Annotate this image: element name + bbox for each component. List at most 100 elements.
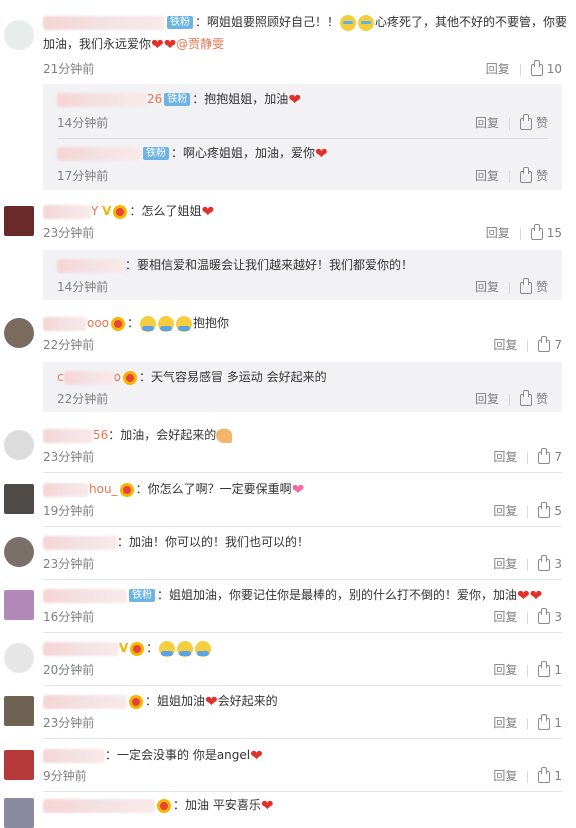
- comment-text: ：姐姐加油❤会好起来的: [43, 691, 562, 712]
- reply-text: c o ：天气容易感冒 多运动 会好起来的: [57, 370, 327, 385]
- thumbs-up-icon[interactable]: [519, 113, 532, 130]
- like-button[interactable]: 赞: [536, 116, 548, 130]
- comment-actions: 回复 5: [493, 501, 562, 520]
- reply-button[interactable]: 回复: [475, 169, 499, 183]
- thumbs-up-icon[interactable]: [538, 335, 551, 352]
- username[interactable]: [57, 92, 147, 107]
- reply-button[interactable]: 回复: [493, 557, 517, 571]
- reply-button[interactable]: 回复: [493, 338, 517, 352]
- heart-icon: ❤: [288, 90, 301, 109]
- avatar[interactable]: [4, 590, 34, 620]
- reply-box: ：要相信爱和温暖会让我们越来越好！我们都爱你的！ 14分钟前 回复 赞: [43, 250, 562, 300]
- username[interactable]: [43, 798, 155, 813]
- like-count[interactable]: 5: [554, 504, 562, 518]
- like-count[interactable]: 10: [547, 62, 562, 76]
- avatar[interactable]: [4, 537, 34, 567]
- vip-icon: [157, 798, 171, 813]
- heart-icon: ❤: [529, 586, 543, 605]
- comment-actions: 回复 3: [493, 554, 562, 573]
- reply-button[interactable]: 回复: [475, 392, 499, 406]
- comment-actions: 回复 1: [493, 660, 562, 679]
- username[interactable]: [43, 588, 127, 603]
- reply-button[interactable]: 回复: [493, 769, 517, 783]
- thumbs-up-icon[interactable]: [538, 501, 551, 518]
- thumbs-up-icon[interactable]: [538, 607, 551, 624]
- hug-emoji-icon: [159, 640, 176, 657]
- thumbs-up-icon[interactable]: [530, 59, 543, 76]
- like-button[interactable]: 赞: [536, 280, 548, 294]
- username[interactable]: [43, 204, 91, 219]
- comment-text: ：加油！你可以的！我们也可以的！: [43, 532, 562, 552]
- like-count[interactable]: 7: [554, 450, 562, 464]
- username[interactable]: [43, 482, 89, 497]
- like-count[interactable]: 3: [554, 610, 562, 624]
- avatar[interactable]: [4, 318, 34, 348]
- reply-text: 26 铁粉 ：抱抱姐姐，加油❤: [57, 89, 548, 110]
- comment-text: ooo：抱抱你: [43, 313, 562, 333]
- crying-emoji-icon: [340, 14, 357, 31]
- thumbs-up-icon[interactable]: [538, 554, 551, 571]
- comment-actions: 回复 1: [493, 766, 562, 785]
- comment-text: 56：加油，会好起来的: [43, 425, 562, 445]
- thumbs-up-icon[interactable]: [538, 447, 551, 464]
- thumbs-up-icon[interactable]: [538, 713, 551, 730]
- like-count[interactable]: 3: [554, 557, 562, 571]
- comment-actions: 回复 7: [493, 335, 562, 354]
- reply-actions: 回复 赞: [475, 113, 548, 132]
- username[interactable]: [43, 535, 117, 550]
- avatar[interactable]: [4, 750, 34, 780]
- thumbs-up-icon[interactable]: [519, 166, 532, 183]
- comment-time: 22分钟前: [43, 338, 95, 352]
- comment-time: 23分钟前: [43, 226, 95, 240]
- avatar[interactable]: [4, 430, 34, 460]
- thumbs-up-icon[interactable]: [530, 223, 543, 240]
- mention-link[interactable]: @贾静雯: [176, 37, 224, 51]
- username[interactable]: [57, 258, 125, 273]
- username[interactable]: [43, 694, 127, 709]
- heart-icon: ❤: [250, 746, 263, 765]
- thumbs-up-icon[interactable]: [519, 389, 532, 406]
- avatar[interactable]: [4, 20, 34, 50]
- reply-button[interactable]: 回复: [493, 504, 517, 518]
- comment-time: 23分钟前: [43, 557, 95, 571]
- comment-text-line2: 加油，我们永远爱你❤❤@贾静雯: [43, 35, 225, 54]
- like-count[interactable]: 1: [554, 716, 562, 730]
- reply-box: 26 铁粉 ：抱抱姐姐，加油❤ 14分钟前 回复赞 铁粉 ：啊心疼姐姐，加油，爱你❤ …: [43, 84, 562, 190]
- avatar[interactable]: [4, 696, 34, 726]
- username[interactable]: [43, 641, 119, 656]
- avatar[interactable]: [4, 643, 34, 673]
- thumbs-up-icon[interactable]: [519, 277, 532, 294]
- reply-button[interactable]: 回复: [475, 280, 499, 294]
- username[interactable]: [43, 15, 165, 30]
- vip-icon: [113, 204, 128, 219]
- like-count[interactable]: 15: [547, 226, 562, 240]
- username[interactable]: [57, 146, 141, 161]
- comment-time: 19分钟前: [43, 504, 95, 518]
- reply-button[interactable]: 回复: [475, 116, 499, 130]
- reply-button[interactable]: 回复: [493, 663, 517, 677]
- thumbs-up-icon[interactable]: [538, 766, 551, 783]
- like-count[interactable]: 1: [554, 663, 562, 677]
- reply-button[interactable]: 回复: [486, 226, 510, 240]
- username[interactable]: [43, 748, 105, 763]
- like-button[interactable]: 赞: [536, 392, 548, 406]
- crying-emoji-icon: [358, 14, 375, 31]
- like-count[interactable]: 7: [554, 338, 562, 352]
- username[interactable]: [43, 316, 87, 331]
- like-count[interactable]: 1: [554, 769, 562, 783]
- thumbs-up-icon[interactable]: [538, 660, 551, 677]
- vip-icon: [111, 316, 126, 331]
- reply-button[interactable]: 回复: [493, 716, 517, 730]
- avatar[interactable]: [4, 798, 34, 828]
- reply-button[interactable]: 回复: [486, 62, 510, 76]
- reply-button[interactable]: 回复: [493, 450, 517, 464]
- comment-actions: 回复 10: [486, 59, 562, 78]
- username[interactable]: [43, 428, 93, 443]
- avatar[interactable]: [4, 206, 34, 236]
- reply-button[interactable]: 回复: [493, 610, 517, 624]
- like-button[interactable]: 赞: [536, 169, 548, 183]
- heart-icon: ❤: [201, 202, 215, 221]
- flexed-arm-emoji-icon: [216, 428, 233, 443]
- avatar[interactable]: [4, 484, 34, 514]
- username[interactable]: [63, 370, 114, 385]
